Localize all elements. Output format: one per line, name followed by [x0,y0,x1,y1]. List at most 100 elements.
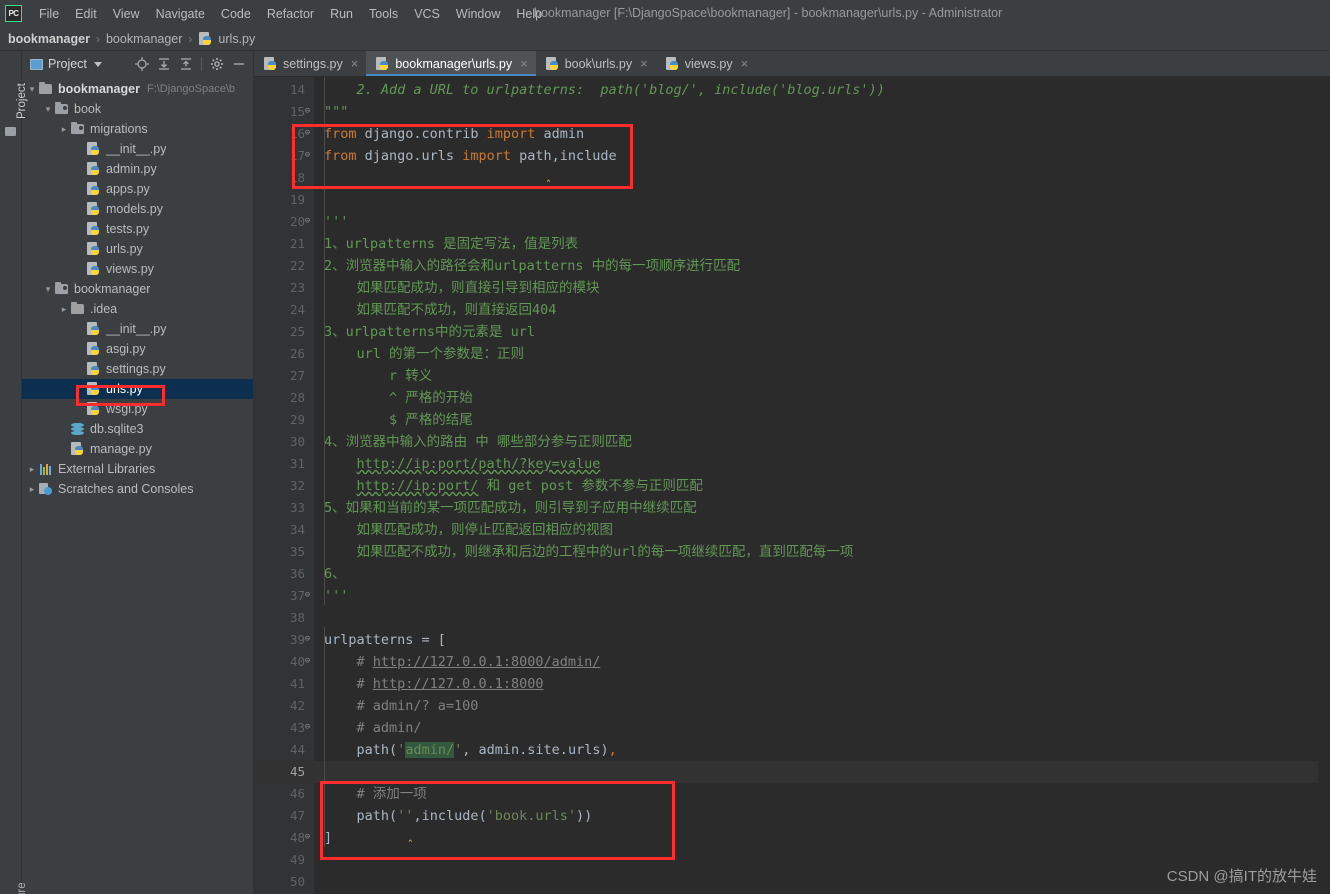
tree-item-w-gi-py[interactable]: wsgi.py [22,399,253,419]
line-number-45[interactable]: 45 [254,761,314,783]
code-line-32[interactable]: http://ip:port/ 和 get post 参数不参与正则匹配 [314,475,1330,497]
code-line-22[interactable]: 2、浏览器中输入的路径会和urlpatterns 中的每一项顺序进行匹配 [314,255,1330,277]
project-panel-title-group[interactable]: Project [30,57,102,71]
project-tree[interactable]: ▾ bookmanager F:\DjangoSpace\b ▾ book ▸ migrat… [22,77,253,894]
settings-gear-icon[interactable] [207,54,227,74]
code-line-14[interactable]: 2. Add a URL to urlpatterns: path('blog/… [314,79,1330,101]
menu-item-run[interactable]: Run [322,4,361,24]
tree-item--idea[interactable]: ▸ .idea [22,299,253,319]
fold-marker-43[interactable]: ⊖ [302,722,313,733]
tree-item--etting--py[interactable]: settings.py [22,359,253,379]
code-line-21[interactable]: 1、urlpatterns 是固定写法，值是列表 [314,233,1330,255]
line-number-26[interactable]: 26 [254,343,314,365]
tree-item-url--py[interactable]: urls.py [22,239,253,259]
editor-tab-bookmanager-urls-py[interactable]: bookmanager\urls.py × [366,51,537,76]
code-line-18[interactable] [314,167,1330,189]
line-number-25[interactable]: 25 [254,321,314,343]
menu-item-navigate[interactable]: Navigate [148,4,213,24]
line-number-18[interactable]: 18 [254,167,314,189]
line-number-31[interactable]: 31 [254,453,314,475]
fold-marker-37[interactable]: ⊖ [302,590,313,601]
line-number-22[interactable]: 22 [254,255,314,277]
editor-viewport[interactable]: 14 15 16 17 18 19 20 21 22 23 24 25 26 27 28 29 30 31 32 33… [254,77,1330,894]
chevron-right-icon[interactable]: ▸ [26,484,38,495]
tree-item-te-t--py[interactable]: tests.py [22,219,253,239]
line-number-24[interactable]: 24 [254,299,314,321]
code-line-27[interactable]: r 转义 [314,365,1330,387]
code-line-15[interactable]: """ [314,101,1330,123]
chevron-right-icon[interactable]: ▸ [58,304,70,315]
fold-marker-16[interactable]: ⊖ [302,128,313,139]
fold-marker-39[interactable]: ⊖ [302,634,313,645]
menu-item-file[interactable]: File [31,4,67,24]
line-number-42[interactable]: 42 [254,695,314,717]
line-number-47[interactable]: 47 [254,805,314,827]
line-number-41[interactable]: 41 [254,673,314,695]
fold-marker-17[interactable]: ⊖ [302,150,313,161]
code-line-48[interactable]: ] [314,827,1330,849]
tree-item-bookmanager[interactable]: ▾ bookmanager F:\DjangoSpace\b [22,79,253,99]
line-number-14[interactable]: 14 [254,79,314,101]
code-line-39[interactable]: urlpatterns = [ [314,629,1330,651]
tree-item-model--py[interactable]: models.py [22,199,253,219]
chevron-right-icon[interactable]: ▸ [26,464,38,475]
line-number-33[interactable]: 33 [254,497,314,519]
line-number-49[interactable]: 49 [254,849,314,871]
line-number-36[interactable]: 36 [254,563,314,585]
code-line-36[interactable]: 6、 [314,563,1330,585]
tree-item-url--py[interactable]: urls.py [22,379,253,399]
locate-icon[interactable] [132,54,152,74]
chevron-down-icon[interactable] [93,61,102,67]
menu-item-code[interactable]: Code [213,4,259,24]
tree-item-book[interactable]: ▾ book [22,99,253,119]
collapse-all-icon[interactable] [176,54,196,74]
line-number-29[interactable]: 29 [254,409,314,431]
close-icon[interactable]: × [520,57,528,70]
menu-item-edit[interactable]: Edit [67,4,105,24]
code-line-47[interactable]: path('',include('book.urls')) [314,805,1330,847]
code-line-19[interactable] [314,189,1330,211]
code-line-45[interactable] [314,761,1330,783]
line-number-30[interactable]: 30 [254,431,314,453]
code-line-24[interactable]: 如果匹配不成功，则直接返回404 [314,299,1330,321]
code-line-26[interactable]: url 的第一个参数是：正则 [314,343,1330,365]
menu-item-window[interactable]: Window [448,4,508,24]
code-line-25[interactable]: 3、urlpatterns中的元素是 url [314,321,1330,343]
code-line-42[interactable]: # admin/? a=100 [314,695,1330,717]
line-number-46[interactable]: 46 [254,783,314,805]
line-number-35[interactable]: 35 [254,541,314,563]
line-number-32[interactable]: 32 [254,475,314,497]
breadcrumb-item-file[interactable]: urls.py [198,31,255,46]
menu-item-vcs[interactable]: VCS [406,4,448,24]
close-icon[interactable]: × [351,57,359,70]
line-number-19[interactable]: 19 [254,189,314,211]
fold-marker-20[interactable]: ⊖ [302,216,313,227]
line-number-27[interactable]: 27 [254,365,314,387]
fold-marker-15[interactable]: ⊖ [302,106,313,117]
code-line-43[interactable]: # admin/ [314,717,1330,739]
code-line-46[interactable]: # 添加一项 [314,783,1330,805]
editor-tab-book-urls-py[interactable]: book\urls.py × [536,51,656,76]
code-line-38[interactable] [314,607,1330,629]
tree-item-db--qlite3[interactable]: db.sqlite3 [22,419,253,439]
tree-item-external librarie-[interactable]: ▸ External Libraries [22,459,253,479]
expand-all-icon[interactable] [154,54,174,74]
close-icon[interactable]: × [741,57,749,70]
line-number-38[interactable]: 38 [254,607,314,629]
code-line-41[interactable]: # http://127.0.0.1:8000 [314,673,1330,695]
line-number-23[interactable]: 23 [254,277,314,299]
menu-item-tools[interactable]: Tools [361,4,406,24]
editor-scrollbar[interactable] [1318,103,1330,894]
tree-item-app--py[interactable]: apps.py [22,179,253,199]
editor-gutter[interactable]: 14 15 16 17 18 19 20 21 22 23 24 25 26 27 28 29 30 31 32 33… [254,77,314,894]
chevron-down-icon[interactable]: ▾ [26,84,38,95]
menu-item-refactor[interactable]: Refactor [259,4,322,24]
tree-item-migration-[interactable]: ▸ migrations [22,119,253,139]
chevron-right-icon[interactable]: ▸ [58,124,70,135]
breadcrumb-item-package[interactable]: bookmanager [106,32,182,46]
tree-item-scratche- and con-ole-[interactable]: ▸ Scratches and Consoles [22,479,253,499]
editor-tab-settings-py[interactable]: settings.py × [254,51,366,76]
code-line-28[interactable]: ^ 严格的开始 [314,387,1330,409]
tree-item-bookmanager[interactable]: ▾ bookmanager [22,279,253,299]
code-line-40[interactable]: # http://127.0.0.1:8000/admin/ [314,651,1330,673]
